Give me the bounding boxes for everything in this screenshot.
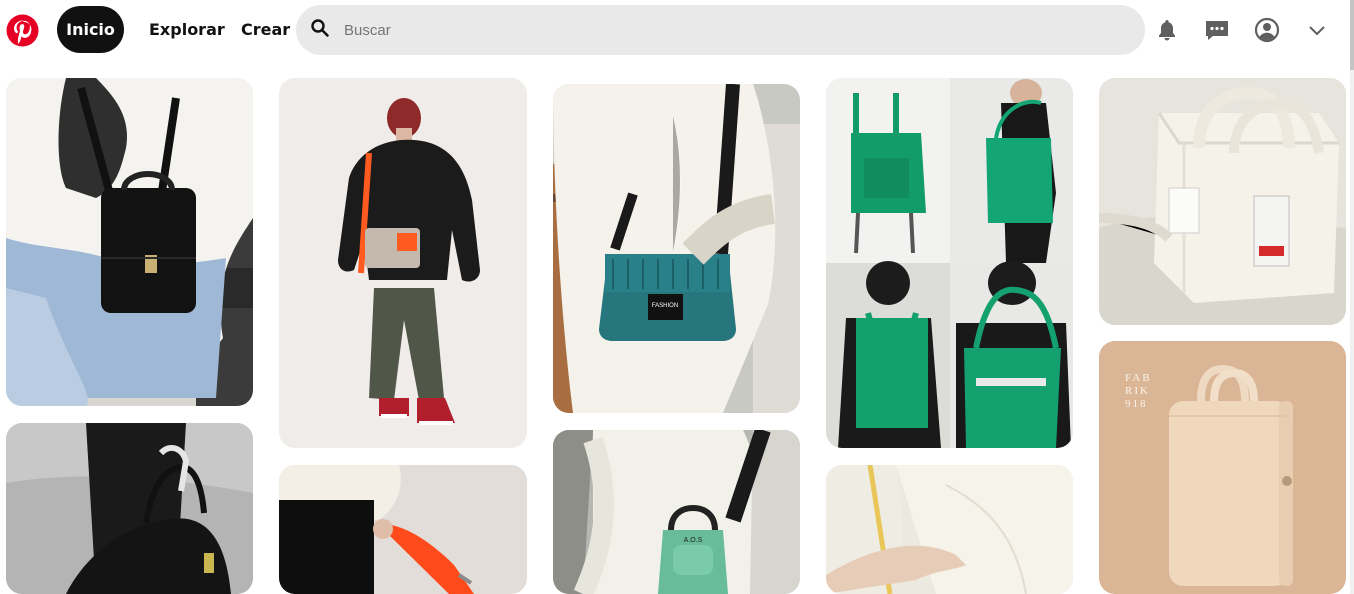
pin-green-tote-collage[interactable] (826, 78, 1073, 448)
chevron-down-icon[interactable] (1297, 10, 1337, 50)
scrollbar[interactable] (1350, 0, 1354, 594)
pin-beige-leather-bag[interactable]: FAB RIK 918 (1099, 341, 1346, 594)
bag-label-aos: A.O.S (684, 537, 703, 544)
nav-explore-button[interactable]: Explorar (137, 6, 237, 53)
pin-teal-corduroy-bag[interactable]: FASHION (553, 84, 800, 413)
pin-white-canvas-tote[interactable] (1099, 78, 1346, 325)
search-input[interactable] (342, 20, 1122, 40)
pinterest-logo-icon[interactable] (6, 14, 39, 47)
search-bar[interactable] (296, 5, 1145, 55)
chat-icon[interactable] (1197, 10, 1237, 50)
pin-orange-strap-bag[interactable] (279, 465, 527, 594)
nav-create-button[interactable]: Crear (229, 6, 302, 53)
pin-green-mini-bag[interactable]: A.O.S (553, 430, 800, 594)
pin-man-crossbody-orange-strap[interactable] (279, 78, 527, 448)
user-icon[interactable] (1247, 10, 1287, 50)
pin-black-duffel-bag[interactable] (6, 423, 253, 594)
pin-black-backpack-denim[interactable] (6, 78, 253, 406)
bell-icon[interactable] (1147, 10, 1187, 50)
nav-home-button[interactable]: Inicio (57, 6, 124, 53)
bag-label-fashion: FASHION (652, 303, 678, 309)
top-header: Inicio Explorar Crear (0, 0, 1354, 60)
search-icon (310, 18, 330, 43)
pin-yellow-strap-bag[interactable] (826, 465, 1073, 594)
scrollbar-thumb[interactable] (1350, 0, 1354, 70)
